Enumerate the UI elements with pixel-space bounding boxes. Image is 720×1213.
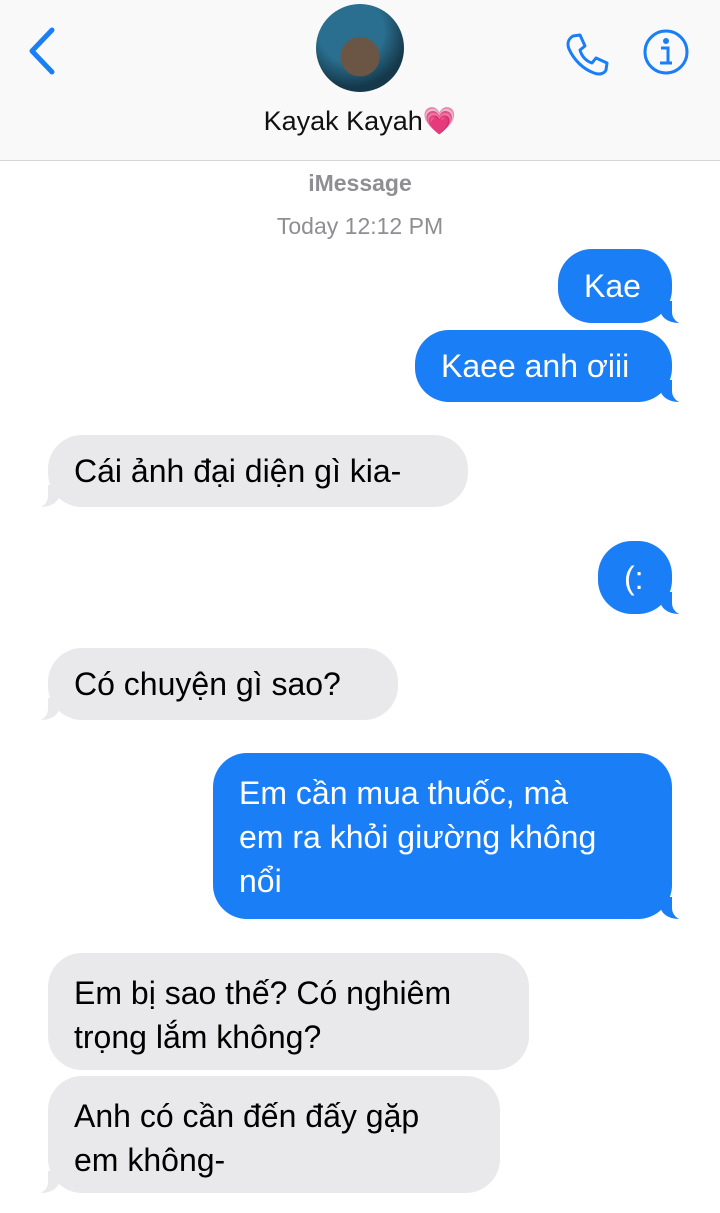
message-text: Kae	[584, 268, 641, 304]
outgoing-message[interactable]: Kae	[558, 249, 692, 324]
message-text: (:	[624, 559, 644, 596]
incoming-message[interactable]: Em bị sao thế? Có nghiêm trọng lắm không…	[48, 953, 529, 1070]
message-line: nổi	[239, 863, 282, 899]
contact-name: Kayak Kayah	[263, 106, 423, 136]
info-icon[interactable]	[642, 28, 690, 76]
message-line: Anh có cần đến đấy gặp	[74, 1098, 420, 1134]
message-text: Kaee anh ơiii	[441, 348, 630, 384]
message-text: Cái ảnh đại diện gì kia-	[74, 453, 402, 489]
heart-emoji: 💗	[422, 106, 457, 136]
outgoing-message[interactable]: Kaee anh ơiii	[415, 330, 692, 403]
message-line: em không-	[74, 1142, 226, 1178]
conversation-header: Kayak Kayah💗	[0, 0, 720, 161]
message-line: Em cần mua thuốc, mà	[239, 775, 569, 811]
chevron-left-icon[interactable]	[22, 26, 62, 76]
message-line: Em bị sao thế? Có nghiêm	[74, 975, 452, 1011]
outgoing-message[interactable]: Em cần mua thuốc, mà em ra khỏi giường k…	[213, 753, 692, 920]
incoming-message[interactable]: Cái ảnh đại diện gì kia-	[28, 435, 468, 508]
service-label: iMessage	[308, 170, 412, 196]
timestamp: Today 12:12 PM	[276, 213, 444, 239]
incoming-message[interactable]: Có chuyện gì sao?	[28, 648, 398, 721]
message-line: trọng lắm không?	[74, 1019, 322, 1055]
message-text: Có chuyện gì sao?	[74, 666, 341, 702]
avatar[interactable]	[316, 4, 404, 92]
contact-name-button[interactable]: Kayak Kayah💗	[0, 105, 720, 137]
phone-icon[interactable]	[563, 30, 611, 78]
outgoing-message[interactable]: (:	[598, 541, 692, 615]
incoming-message[interactable]: Anh có cần đến đấy gặp em không-	[28, 1076, 500, 1194]
message-line: em ra khỏi giường không	[239, 819, 597, 855]
